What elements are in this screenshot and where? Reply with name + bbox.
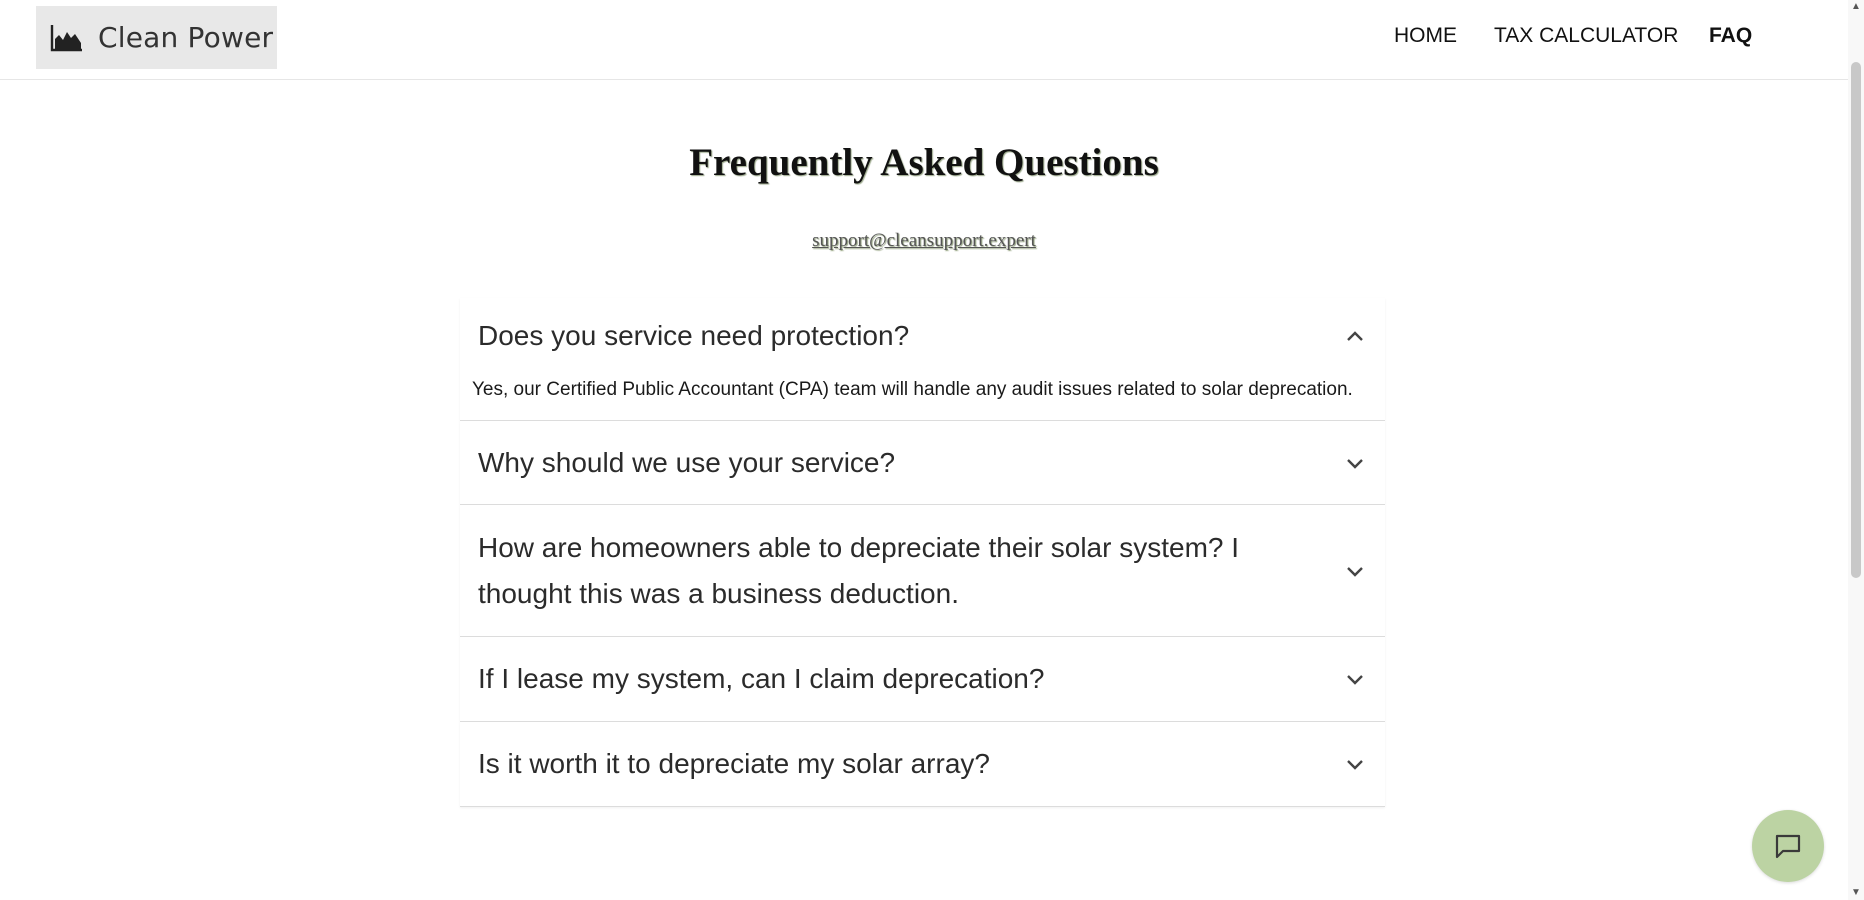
faq-question: Why should we use your service?	[478, 446, 896, 478]
faq-question: Does you service need protection?	[478, 320, 910, 351]
nav-home[interactable]: HOME	[1394, 24, 1457, 48]
page-title: Frequently Asked Questions	[689, 141, 1159, 184]
faq-accordion: Does you service need protection? Yes, o…	[460, 298, 1385, 807]
faq-item: Why should we use your service?	[460, 421, 1385, 505]
faq-question-toggle[interactable]: Why should we use your service?	[460, 421, 1385, 504]
chevron-down-icon	[1347, 458, 1363, 469]
scrollbar-thumb[interactable]	[1851, 62, 1861, 578]
faq-item: Is it worth it to depreciate my solar ar…	[460, 722, 1385, 807]
chat-button[interactable]	[1752, 810, 1824, 882]
nav-faq[interactable]: FAQ	[1709, 24, 1752, 48]
faq-question: How are homeowners able to depreciate th…	[478, 531, 1240, 609]
chevron-down-icon	[1347, 566, 1363, 577]
scroll-up-arrow-icon[interactable]: ▲	[1848, 0, 1864, 14]
faq-answer: Yes, our Certified Public Accountant (CP…	[472, 379, 1353, 400]
page-scrollbar[interactable]: ▲ ▼	[1848, 0, 1864, 900]
chevron-down-icon	[1347, 675, 1363, 685]
support-email-link[interactable]: support@cleansupport.expert	[0, 230, 1848, 252]
faq-item: If I lease my system, can I claim deprec…	[460, 637, 1385, 722]
faq-item: How are homeowners able to depreciate th…	[460, 505, 1385, 637]
faq-question: If I lease my system, can I claim deprec…	[478, 663, 1045, 694]
chevron-down-icon	[1347, 760, 1363, 770]
main-nav: HOME TAX CALCULATOR FAQ	[0, 24, 1848, 54]
chevron-up-icon	[1347, 331, 1363, 341]
faq-question-toggle[interactable]: How are homeowners able to depreciate th…	[460, 505, 1385, 636]
nav-tax-calculator[interactable]: TAX CALCULATOR	[1494, 24, 1678, 48]
scroll-down-arrow-icon[interactable]: ▼	[1848, 886, 1864, 900]
faq-question: Is it worth it to depreciate my solar ar…	[478, 748, 990, 779]
faq-item: Does you service need protection? Yes, o…	[460, 298, 1385, 421]
faq-question-toggle[interactable]: If I lease my system, can I claim deprec…	[460, 637, 1385, 721]
chat-bubble-icon	[1775, 834, 1801, 859]
faq-question-toggle[interactable]: Is it worth it to depreciate my solar ar…	[460, 722, 1385, 806]
site-header: Clean Power HOME TAX CALCULATOR FAQ	[0, 0, 1848, 80]
faq-question-toggle[interactable]: Does you service need protection?	[460, 298, 1385, 374]
